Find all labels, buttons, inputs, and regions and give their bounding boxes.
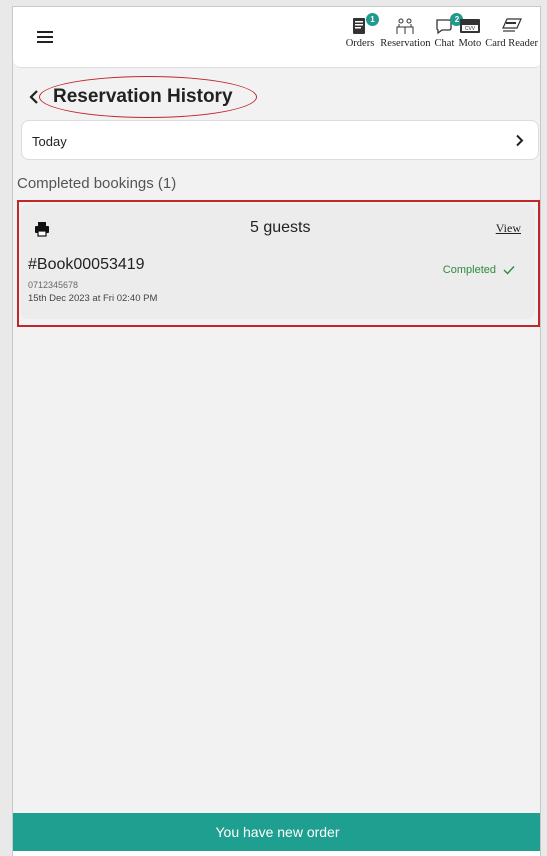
- nav-moto[interactable]: CVV Moto: [458, 15, 481, 49]
- nav-moto-label: Moto: [458, 38, 482, 49]
- nav-orders-label: Orders: [345, 38, 375, 49]
- page-title: Reservation History: [53, 86, 233, 107]
- moto-icon-text: CVV: [465, 26, 476, 32]
- booking-datetime: 15th Dec 2023 at Fri 02:40 PM: [28, 293, 158, 304]
- orders-icon: 1: [350, 13, 379, 37]
- booking-card[interactable]: 5 guests View #Book00053419 Completed 07…: [20, 204, 535, 319]
- app-screen: 1 Orders Reservation 2 Chat CVV Moto Car…: [12, 6, 541, 856]
- status-label: Completed: [442, 264, 496, 276]
- nav-reservation-label: Reservation: [380, 38, 431, 49]
- section-heading: Completed bookings (1): [17, 175, 177, 192]
- nav-orders[interactable]: 1 Orders: [345, 13, 379, 49]
- nav-chat-label: Chat: [434, 38, 455, 49]
- customer-phone: 0712345678: [28, 280, 79, 290]
- bottom-strip: [13, 851, 540, 856]
- guest-count: 5 guests: [250, 219, 311, 236]
- moto-icon: CVV: [459, 15, 481, 37]
- chat-icon: 2: [434, 13, 464, 37]
- reservation-icon: [394, 15, 416, 37]
- nav-card-reader[interactable]: Card Reader: [485, 15, 538, 49]
- chevron-right-icon: [516, 134, 524, 147]
- top-nav: 1 Orders Reservation 2 Chat CVV Moto Car…: [342, 13, 538, 49]
- printer-icon[interactable]: [34, 221, 50, 237]
- top-bar: 1 Orders Reservation 2 Chat CVV Moto Car…: [13, 7, 540, 68]
- date-filter[interactable]: Today: [21, 120, 539, 160]
- status-badge: Completed: [443, 264, 515, 276]
- menu-icon[interactable]: [37, 31, 53, 43]
- new-order-banner[interactable]: You have new order: [13, 813, 540, 851]
- date-filter-label: Today: [32, 134, 67, 149]
- nav-reservation[interactable]: Reservation: [380, 15, 430, 49]
- nav-chat[interactable]: 2 Chat: [434, 13, 464, 49]
- card-reader-icon: [501, 15, 523, 37]
- title-row: Reservation History: [13, 74, 540, 120]
- orders-badge: 1: [366, 13, 379, 26]
- view-link[interactable]: View: [496, 221, 521, 236]
- check-icon: [503, 266, 515, 275]
- nav-card-reader-label: Card Reader: [485, 38, 538, 49]
- booking-id: #Book00053419: [28, 256, 145, 273]
